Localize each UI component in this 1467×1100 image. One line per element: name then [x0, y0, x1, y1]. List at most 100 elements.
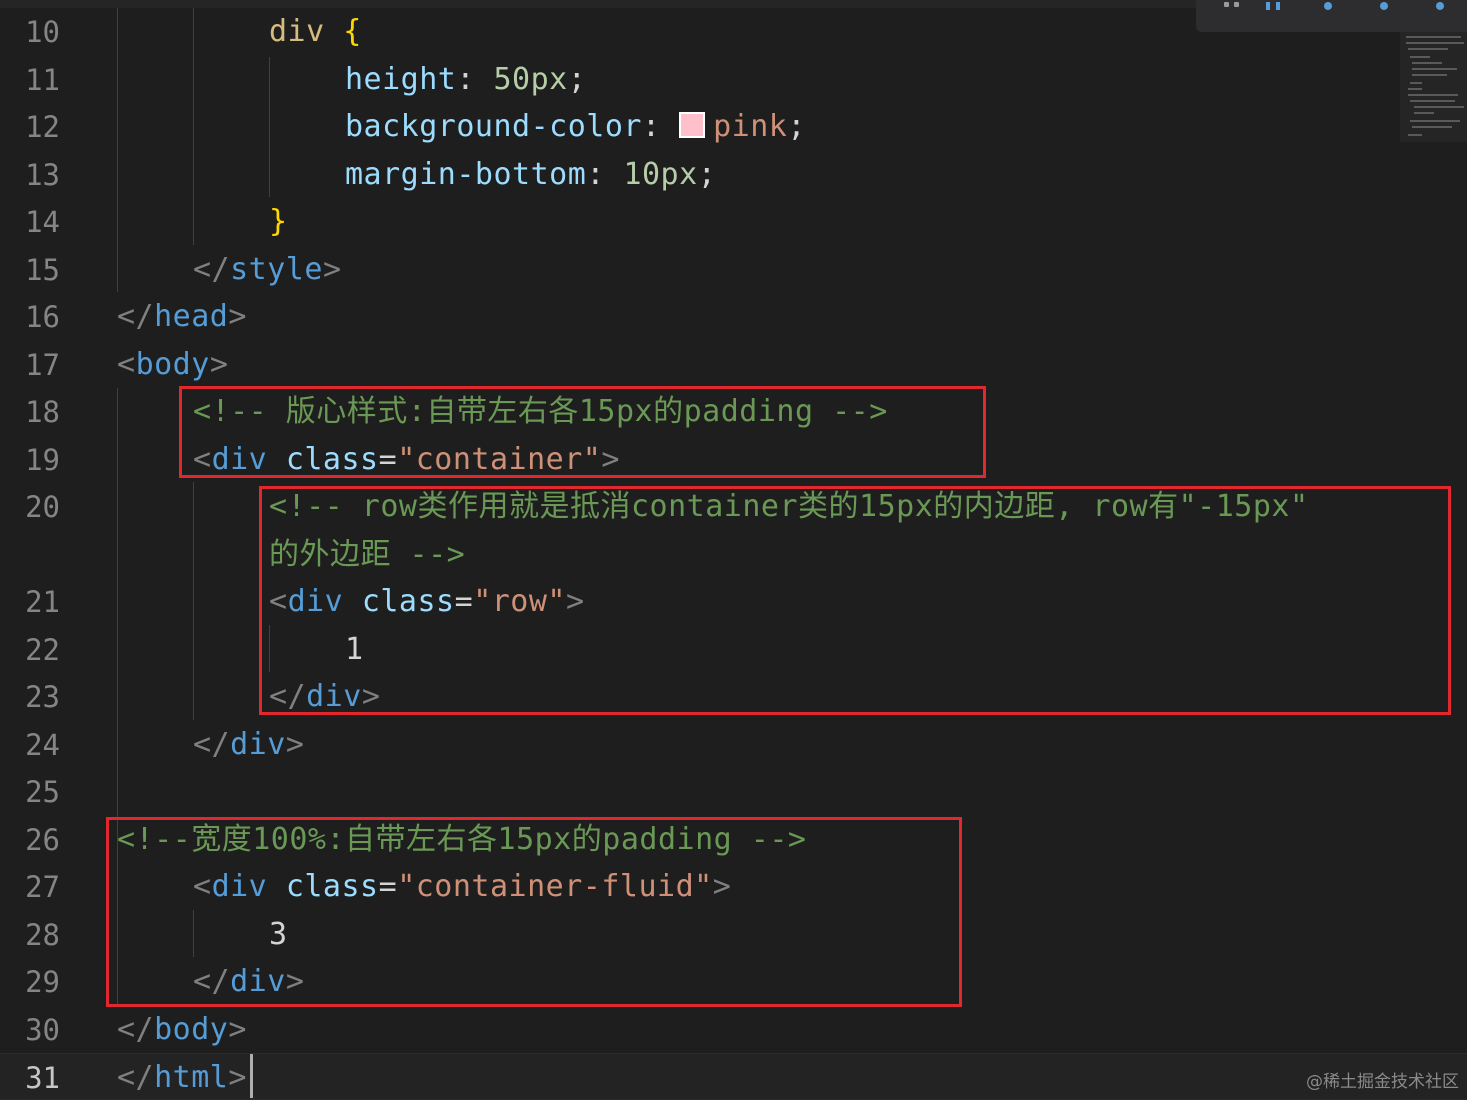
highlight-box-row — [259, 486, 1451, 715]
watermark: @稀土掘金技术社区 — [1306, 1072, 1459, 1092]
find-widget[interactable] — [1196, 0, 1467, 32]
code-token: } — [269, 204, 288, 239]
code-token: > — [322, 251, 342, 287]
code-token: { — [343, 14, 362, 49]
code-text: </style> — [193, 252, 342, 288]
line-number: 27 — [25, 870, 60, 904]
code-token: pink — [713, 109, 788, 144]
minimap-line — [1414, 112, 1434, 114]
code-token: ; — [787, 109, 806, 144]
code-token: div — [230, 726, 286, 762]
code-text: div { — [269, 14, 362, 50]
code-token: 50px — [493, 61, 568, 97]
minimap-line — [1408, 134, 1422, 136]
minimap-line — [1412, 68, 1457, 70]
line-number: 23 — [25, 680, 60, 714]
code-text: <body> — [117, 347, 228, 383]
code-token: </ — [117, 1060, 155, 1095]
minimap-line — [1412, 126, 1452, 128]
minimap-line — [1406, 36, 1461, 38]
widget-bar-icon — [1276, 2, 1280, 10]
code-token: height — [345, 61, 457, 97]
minimap-line — [1408, 94, 1458, 96]
color-swatch-icon[interactable] — [679, 112, 706, 138]
code-token: ; — [697, 156, 717, 192]
indent-guide — [193, 482, 194, 720]
indent-guide — [193, 8, 194, 245]
line-number: 19 — [25, 442, 60, 477]
line-number: 14 — [25, 205, 60, 239]
minimap-line — [1410, 56, 1430, 58]
widget-dot-icon — [1324, 2, 1332, 10]
code-text: </body> — [117, 1012, 247, 1048]
code-token: > — [209, 346, 229, 382]
line-number: 25 — [25, 775, 60, 809]
code-token: margin-bottom — [345, 156, 587, 192]
widget-dot-icon — [1234, 2, 1239, 7]
line-number: 29 — [25, 965, 60, 999]
code-text: } — [269, 204, 288, 240]
line-number: 11 — [25, 62, 60, 97]
minimap-line — [1412, 74, 1447, 76]
widget-dot-icon — [1224, 2, 1229, 7]
code-line[interactable]: 17 <body> — [0, 341, 1467, 388]
widget-dot-icon — [1436, 2, 1444, 10]
minimap-line — [1410, 120, 1460, 122]
code-line[interactable]: 31 </html> — [0, 1053, 1467, 1100]
code-line[interactable]: 12 background-color: pink; — [0, 103, 1467, 150]
minimap-line — [1414, 106, 1464, 108]
line-number: 17 — [25, 347, 60, 382]
indent-guide — [269, 57, 270, 197]
code-line[interactable]: 11 height: 50px; — [0, 56, 1467, 103]
minimap-line — [1408, 48, 1448, 50]
line-number: 30 — [25, 1012, 60, 1047]
line-number: 18 — [25, 395, 60, 429]
code-line[interactable]: 16 </head> — [0, 293, 1467, 340]
code-token: 10px — [623, 156, 698, 192]
code-token: </ — [193, 726, 231, 762]
code-line[interactable]: 15 </style> — [0, 246, 1467, 293]
code-editor[interactable]: 10 div {11 height: 50px; 12 background-color… — [0, 0, 1467, 1100]
code-line[interactable]: 30 </body> — [0, 1006, 1467, 1053]
indent-guide — [117, 8, 118, 292]
code-token: html — [154, 1060, 229, 1095]
code-token: > — [228, 1011, 247, 1047]
code-token: > — [228, 299, 247, 334]
line-number: 20 — [25, 490, 60, 524]
text-cursor — [250, 1054, 253, 1098]
line-number: 26 — [25, 822, 60, 857]
code-line[interactable]: 14} — [0, 198, 1467, 245]
code-token: style — [230, 251, 323, 287]
line-number: 31 — [25, 1061, 60, 1095]
code-token: </ — [117, 299, 155, 334]
minimap-line — [1410, 100, 1455, 102]
line-number: 16 — [25, 300, 60, 334]
code-text: background-color: pink; — [345, 109, 806, 145]
minimap-line — [1408, 88, 1422, 90]
line-number: 22 — [25, 632, 60, 667]
code-text: height: 50px; — [345, 62, 586, 98]
line-number: 12 — [25, 110, 60, 144]
code-line[interactable]: 13 margin-bottom: 10px; — [0, 151, 1467, 198]
minimap-line — [1412, 62, 1442, 64]
minimap-line — [1410, 82, 1422, 84]
code-line[interactable]: 24 </div> — [0, 721, 1467, 768]
code-text: margin-bottom: 10px; — [345, 157, 716, 193]
code-token: > — [285, 726, 305, 762]
code-token: : — [456, 61, 494, 97]
highlight-box-container-fluid — [106, 817, 962, 1007]
code-token: div — [269, 14, 325, 49]
code-token: head — [154, 299, 229, 334]
line-number: 28 — [25, 917, 60, 952]
code-token: body — [135, 346, 210, 382]
code-token: body — [154, 1011, 229, 1047]
minimap[interactable] — [1400, 32, 1467, 142]
code-token: : — [586, 156, 624, 192]
line-number: 21 — [25, 585, 60, 619]
code-token: > — [228, 1060, 247, 1095]
code-text: </head> — [117, 299, 247, 335]
code-token: < — [117, 346, 136, 382]
code-text: </div> — [193, 727, 304, 763]
code-line[interactable]: 25 — [0, 768, 1467, 815]
